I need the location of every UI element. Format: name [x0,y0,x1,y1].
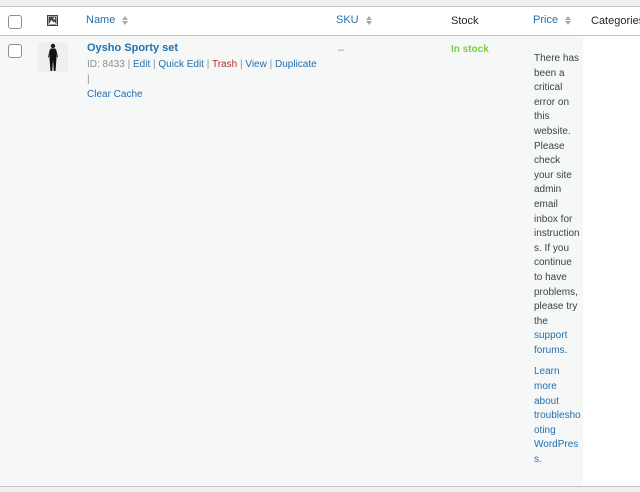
stock-status-badge: In stock [451,44,489,55]
column-header-categories: Categories [591,15,640,27]
duplicate-link[interactable]: Duplicate [275,59,317,70]
column-header-sku[interactable]: SKU [336,14,372,26]
edit-link[interactable]: Edit [133,59,150,70]
sort-arrows-icon [565,15,572,25]
column-sku-label: SKU [336,14,359,26]
separator: | [269,59,273,70]
period-text: . [564,344,568,356]
categories-cell [583,36,640,486]
separator: | [127,59,131,70]
table-header: Name SKU Stock Price Categories [0,7,640,36]
view-link[interactable]: View [245,59,267,70]
critical-error-text: There has been a critical error on this … [534,53,580,327]
product-id: ID: 8433 [87,59,125,70]
column-name-label: Name [86,14,116,26]
table-row: Oysho Sporty set ID: 8433 | Edit | Quick… [0,36,640,486]
product-title-link[interactable]: Oysho Sporty set [87,42,322,54]
image-icon [47,15,58,29]
support-forums-link[interactable]: support forums [534,330,567,356]
column-header-stock: Stock [451,15,479,27]
sku-value: – [338,44,345,56]
product-thumbnail[interactable] [38,42,68,72]
separator: | [153,59,156,70]
product-name-cell: Oysho Sporty set ID: 8433 | Edit | Quick… [87,42,322,102]
row-checkbox[interactable] [8,44,22,58]
select-all-checkbox[interactable] [8,15,22,29]
row-actions: ID: 8433 | Edit | Quick Edit | Trash | V… [87,57,322,102]
products-table: Name SKU Stock Price Categories Oysho Sp… [0,6,640,487]
quick-edit-link[interactable]: Quick Edit [158,59,204,70]
trash-link[interactable]: Trash [212,59,237,70]
price-error-message: There has been a critical error on this … [534,52,582,475]
column-price-label: Price [533,14,559,26]
learn-more-paragraph: Learn more about troubleshooting WordPre… [534,365,582,467]
separator: | [239,59,243,70]
sort-arrows-icon [122,15,129,25]
separator: | [206,59,210,70]
column-header-name[interactable]: Name [86,14,129,26]
sort-arrows-icon [365,15,372,25]
separator: | [87,74,90,85]
critical-error-paragraph: There has been a critical error on this … [534,52,582,358]
column-header-price[interactable]: Price [533,14,572,26]
learn-more-link[interactable]: Learn more about troubleshooting WordPre… [534,366,581,465]
clear-cache-link[interactable]: Clear Cache [87,89,143,100]
